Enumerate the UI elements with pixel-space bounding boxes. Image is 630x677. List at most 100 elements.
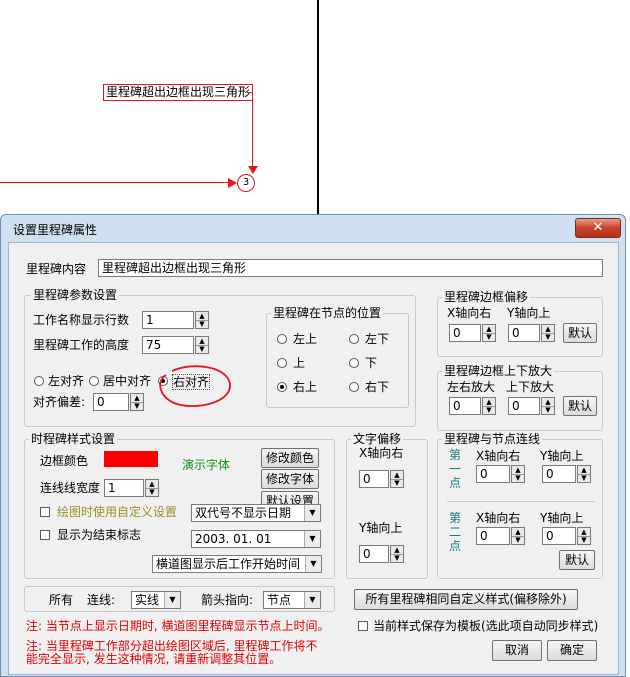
border-zoom-lr-label: 左右放大 xyxy=(447,380,496,394)
text-offset-x-spinner[interactable]: ▲ ▼ xyxy=(390,470,404,488)
chevron-down-icon[interactable]: ▼ xyxy=(391,479,403,487)
node-link-p2-y-input[interactable]: 0 xyxy=(542,527,576,545)
position-bottom-radio[interactable] xyxy=(349,358,359,368)
dropdown-arrow-icon[interactable]: ▼ xyxy=(305,556,321,572)
node-link-p1-x-spinner[interactable]: ▲ ▼ xyxy=(511,465,525,483)
node-link-p2-x-spinner[interactable]: ▲ ▼ xyxy=(511,527,525,545)
chevron-down-icon[interactable]: ▼ xyxy=(542,333,554,341)
change-color-button[interactable]: 修改颜色 xyxy=(261,448,319,468)
date-picker-value: 2003. 01. 01 xyxy=(195,532,272,546)
milestone-label[interactable]: 里程碑超出边框出现三角形 xyxy=(103,84,254,101)
milestone-content-input[interactable]: 里程碑超出边框出现三角形 xyxy=(98,259,603,277)
node-link-p2-y-label: Y轴向上 xyxy=(540,511,584,525)
align-left-label[interactable]: 左对齐 xyxy=(48,374,84,388)
position-top-left-label[interactable]: 左上 xyxy=(293,332,317,346)
border-color-swatch[interactable] xyxy=(104,451,158,467)
border-offset-y-label: Y轴向上 xyxy=(507,306,551,320)
dialog-client-area: 里程碑内容 里程碑超出边框出现三角形 里程碑参数设置 工作名称显示行数 1 ▲ ▼… xyxy=(8,242,619,675)
align-left-radio[interactable] xyxy=(34,376,44,386)
node-link-p2-y-spinner[interactable]: ▲ ▼ xyxy=(577,527,591,545)
position-top-right-label[interactable]: 右上 xyxy=(293,380,317,394)
border-zoom-ud-label: 上下放大 xyxy=(506,380,555,394)
save-template-label[interactable]: 当前样式保存为模板(选此项自动同步样式) xyxy=(373,619,598,633)
rows-input[interactable]: 1 xyxy=(142,311,194,329)
position-bottom-right-label[interactable]: 右下 xyxy=(365,380,389,394)
border-offset-x-input[interactable]: 0 xyxy=(449,324,481,342)
border-zoom-lr-input[interactable]: 0 xyxy=(449,397,481,415)
align-offset-spinner[interactable]: ▲ ▼ xyxy=(130,393,144,411)
rows-label: 工作名称显示行数 xyxy=(33,313,130,327)
dropdown-arrow-icon[interactable]: ▼ xyxy=(164,592,180,608)
height-input[interactable]: 75 xyxy=(142,336,194,354)
arrow-direction-select[interactable]: 节点 ▼ xyxy=(263,591,321,609)
border-offset-x-spinner[interactable]: ▲ ▼ xyxy=(482,324,496,342)
dropdown-arrow-icon[interactable]: ▼ xyxy=(304,505,320,521)
note-overflow-line2: 能完全显示, 发生这种情况, 请重新调整其位置。 xyxy=(26,652,282,666)
chevron-down-icon[interactable]: ▼ xyxy=(542,406,554,414)
border-zoom-ud-spinner[interactable]: ▲ ▼ xyxy=(541,397,555,415)
chevron-down-icon[interactable]: ▼ xyxy=(578,474,590,482)
border-offset-y-input[interactable]: 0 xyxy=(508,324,540,342)
close-button[interactable]: ✕ xyxy=(575,218,621,238)
chevron-down-icon[interactable]: ▼ xyxy=(483,333,495,341)
position-top-right-radio[interactable] xyxy=(277,382,287,392)
apply-all-button[interactable]: 所有里程碑相同自定义样式(偏移除外) xyxy=(354,589,578,610)
ok-button[interactable]: 确定 xyxy=(547,640,597,661)
border-zoom-ud-input[interactable]: 0 xyxy=(508,397,540,415)
border-zoom-group-title: 里程碑边框上下放大 xyxy=(442,364,555,378)
chevron-down-icon[interactable]: ▼ xyxy=(483,406,495,414)
chevron-down-icon[interactable]: ▼ xyxy=(512,536,524,544)
border-offset-y-spinner[interactable]: ▲ ▼ xyxy=(541,324,555,342)
dropdown-arrow-icon[interactable]: ▼ xyxy=(304,592,320,608)
dropdown-arrow-icon[interactable]: ▼ xyxy=(304,531,320,547)
align-center-radio[interactable] xyxy=(89,376,99,386)
position-top-label[interactable]: 上 xyxy=(293,356,305,370)
line-width-input[interactable]: 1 xyxy=(104,479,144,497)
text-offset-y-spinner[interactable]: ▲ ▼ xyxy=(390,545,404,563)
node-link-p1-x-input[interactable]: 0 xyxy=(476,465,510,483)
border-offset-default-button[interactable]: 默认 xyxy=(563,323,597,343)
node-link-p2-x-input[interactable]: 0 xyxy=(476,527,510,545)
position-bottom-left-label[interactable]: 左下 xyxy=(365,332,389,346)
activity-arrowhead-right xyxy=(228,178,237,188)
chevron-down-icon[interactable]: ▼ xyxy=(146,488,158,496)
chevron-down-icon[interactable]: ▼ xyxy=(196,345,208,353)
line-width-spinner[interactable]: ▲ ▼ xyxy=(145,479,159,497)
border-zoom-default-button[interactable]: 默认 xyxy=(563,396,597,416)
chevron-down-icon[interactable]: ▼ xyxy=(131,402,143,410)
chevron-down-icon[interactable]: ▼ xyxy=(512,474,524,482)
node-link-p1-y-input[interactable]: 0 xyxy=(542,465,576,483)
chevron-down-icon[interactable]: ▼ xyxy=(196,320,208,328)
border-zoom-lr-spinner[interactable]: ▲ ▼ xyxy=(482,397,496,415)
custom-setting-label[interactable]: 绘图时使用自定义设置 xyxy=(57,505,177,519)
line-type-select[interactable]: 实线 ▼ xyxy=(131,591,181,609)
align-offset-input[interactable]: 0 xyxy=(93,393,129,411)
position-bottom-left-radio[interactable] xyxy=(349,334,359,344)
date-picker[interactable]: 2003. 01. 01 ▼ xyxy=(191,530,321,548)
node-link-p1-y-spinner[interactable]: ▲ ▼ xyxy=(577,465,591,483)
change-font-button[interactable]: 修改字体 xyxy=(261,469,319,489)
time-display-value: 横道图显示后工作开始时间 xyxy=(156,557,301,571)
position-top-left-radio[interactable] xyxy=(277,334,287,344)
node-link-p1-x-label: X轴向右 xyxy=(476,449,521,463)
node-link-default-button[interactable]: 默认 xyxy=(559,550,595,570)
chevron-down-icon[interactable]: ▼ xyxy=(391,554,403,562)
chevron-down-icon[interactable]: ▼ xyxy=(578,536,590,544)
position-top-radio[interactable] xyxy=(277,358,287,368)
time-display-select[interactable]: 横道图显示后工作开始时间 ▼ xyxy=(152,555,322,573)
date-format-select[interactable]: 双代号不显示日期 ▼ xyxy=(191,504,321,522)
cancel-button[interactable]: 取消 xyxy=(492,640,542,661)
end-marker-checkbox[interactable] xyxy=(40,530,50,540)
position-bottom-label[interactable]: 下 xyxy=(365,356,377,370)
network-node[interactable]: 3 xyxy=(237,174,255,192)
position-bottom-right-radio[interactable] xyxy=(349,382,359,392)
align-center-label[interactable]: 居中对齐 xyxy=(103,374,151,388)
text-offset-y-input[interactable]: 0 xyxy=(359,545,389,563)
height-spinner[interactable]: ▲ ▼ xyxy=(195,336,209,354)
position-group-title: 里程碑在节点的位置 xyxy=(271,306,384,320)
rows-spinner[interactable]: ▲ ▼ xyxy=(195,311,209,329)
text-offset-x-input[interactable]: 0 xyxy=(359,470,389,488)
save-template-checkbox[interactable] xyxy=(358,621,368,631)
custom-setting-checkbox[interactable] xyxy=(40,507,50,517)
end-marker-label[interactable]: 显示为结束标志 xyxy=(57,528,141,542)
